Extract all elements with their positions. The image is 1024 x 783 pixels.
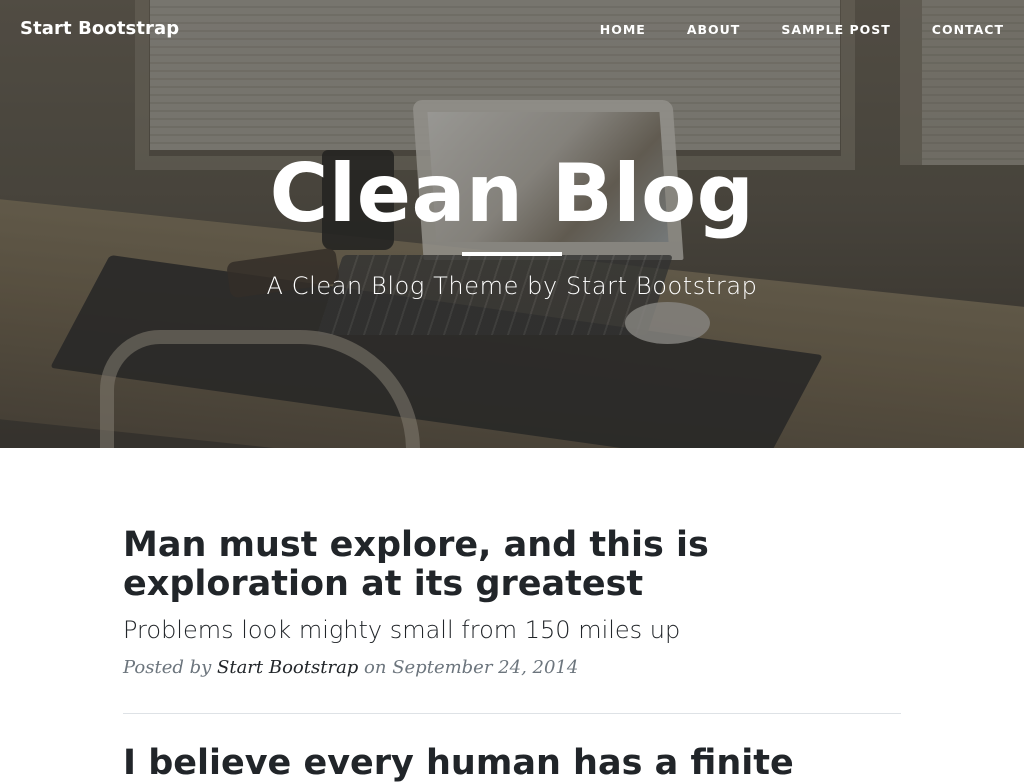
navbar: Start Bootstrap HOME ABOUT SAMPLE POST C…	[0, 0, 1024, 60]
brand-link[interactable]: Start Bootstrap	[20, 18, 179, 39]
post-title[interactable]: I believe every human has a finite	[123, 744, 901, 783]
site-heading: Clean Blog A Clean Blog Theme by Start B…	[0, 148, 1024, 302]
post-preview: I believe every human has a finite	[123, 714, 901, 783]
nav-links: HOME ABOUT SAMPLE POST CONTACT	[559, 22, 1004, 37]
post-preview: Man must explore, and this is exploratio…	[123, 448, 901, 680]
post-subtitle[interactable]: Problems look mighty small from 150 mile…	[123, 614, 901, 646]
post-meta-middle: on	[358, 657, 393, 678]
main-content: Man must explore, and this is exploratio…	[123, 448, 901, 783]
post-link[interactable]: I believe every human has a finite	[123, 744, 901, 783]
post-author-link[interactable]: Start Bootstrap	[217, 657, 358, 678]
nav-link-contact[interactable]: CONTACT	[932, 22, 1004, 37]
nav-link-about[interactable]: ABOUT	[687, 22, 741, 37]
post-meta-prefix: Posted by	[123, 657, 217, 678]
post-meta: Posted by Start Bootstrap on September 2…	[123, 656, 901, 680]
post-title[interactable]: Man must explore, and this is exploratio…	[123, 526, 901, 604]
post-date: September 24, 2014	[392, 657, 579, 678]
nav-link-home[interactable]: HOME	[600, 22, 646, 37]
site-title: Clean Blog	[269, 147, 755, 240]
masthead: Start Bootstrap HOME ABOUT SAMPLE POST C…	[0, 0, 1024, 448]
title-divider	[462, 252, 562, 256]
post-link[interactable]: Man must explore, and this is exploratio…	[123, 526, 901, 646]
nav-link-sample-post[interactable]: SAMPLE POST	[781, 22, 890, 37]
site-subtitle: A Clean Blog Theme by Start Bootstrap	[266, 272, 758, 300]
